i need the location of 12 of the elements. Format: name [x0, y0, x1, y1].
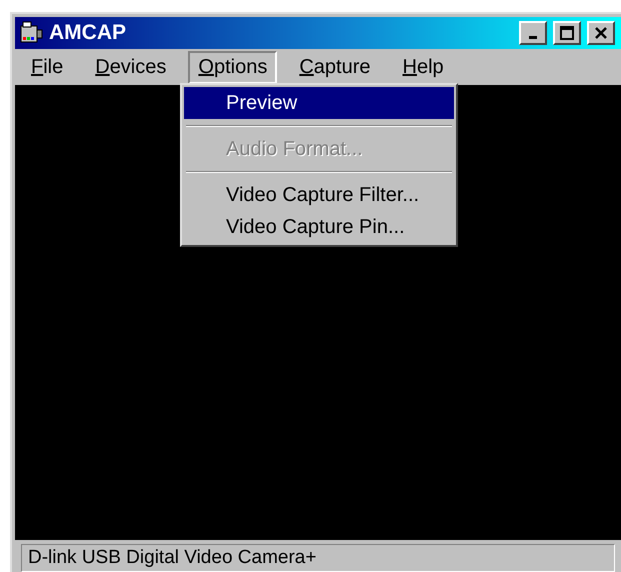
minimize-icon: [529, 36, 537, 39]
window-title: AMCAP: [49, 21, 127, 45]
menu-option[interactable]: Video Capture Pin...: [184, 211, 454, 243]
menu-option[interactable]: Video Capture Filter...: [184, 179, 454, 211]
maximize-icon: [560, 26, 574, 40]
close-icon: [594, 26, 608, 40]
menu-option[interactable]: Preview: [184, 87, 454, 119]
status-bar: D-link USB Digital Video Camera+: [21, 544, 615, 572]
minimize-button[interactable]: [519, 21, 547, 45]
close-button[interactable]: [587, 21, 615, 45]
menu-item[interactable]: Options: [188, 50, 278, 84]
maximize-button[interactable]: [553, 21, 581, 45]
